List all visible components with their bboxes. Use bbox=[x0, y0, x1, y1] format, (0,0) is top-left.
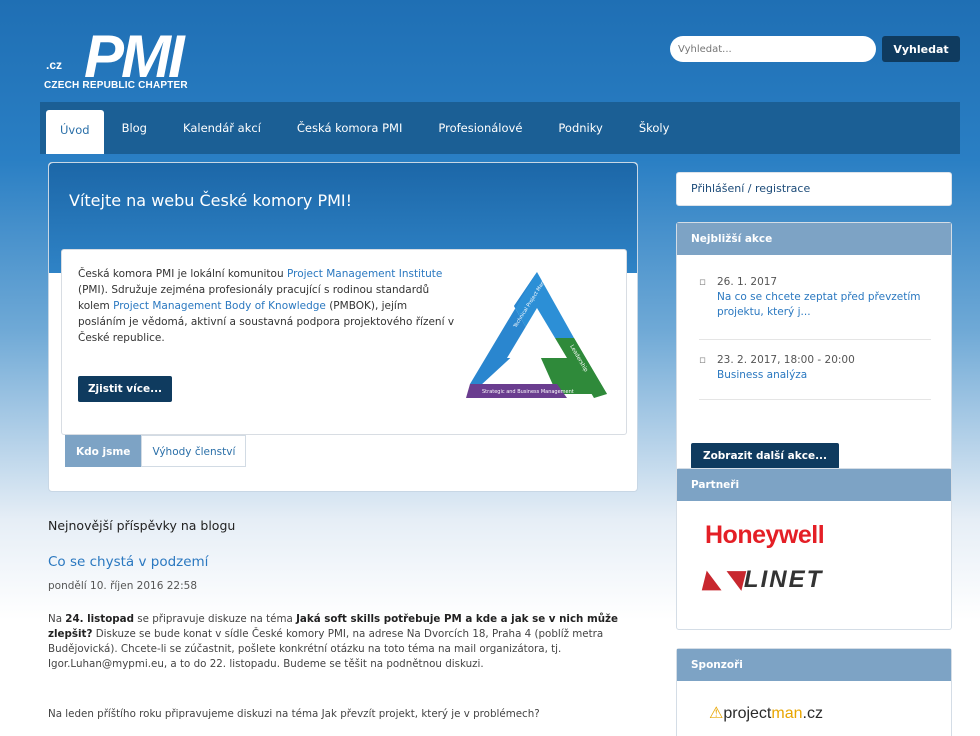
honeywell-logo[interactable]: Honeywell bbox=[705, 521, 825, 550]
warning-triangle-icon: ⚠ bbox=[709, 705, 724, 722]
event-date: 23. 2. 2017, 18:00 - 20:00 bbox=[717, 354, 855, 366]
post-body: Na 24. listopad se připravuje diskuze na… bbox=[48, 612, 638, 672]
post-paragraph-2: Na leden příštího roku připravujeme disk… bbox=[48, 708, 540, 720]
projectman-logo[interactable]: ⚠projectman.cz bbox=[709, 703, 823, 723]
pmi-link[interactable]: Project Management Institute bbox=[287, 268, 442, 280]
events-title: Nejbližší akce bbox=[677, 223, 951, 255]
partners-box: Partneři Honeywell ◣◥LINET bbox=[676, 468, 952, 630]
projectman-text: .cz bbox=[802, 705, 823, 722]
post-title-link[interactable]: Co se chystá v podzemí bbox=[48, 554, 208, 570]
event-link[interactable]: Na co se chcete zeptat před převzetím pr… bbox=[699, 290, 929, 320]
main-nav: Úvod Blog Kalendář akcí Česká komora PMI… bbox=[40, 102, 960, 154]
post-date: pondělí 10. říjen 2016 22:58 bbox=[48, 580, 197, 592]
blog-heading: Nejnovější příspěvky na blogu bbox=[48, 518, 236, 533]
projectman-text: man bbox=[771, 705, 803, 722]
nav-item-podniky[interactable]: Podniky bbox=[540, 102, 620, 154]
more-events-button[interactable]: Zobrazit další akce... bbox=[691, 443, 839, 469]
pmi-logo[interactable]: PMI .cz CZECH REPUBLIC CHAPTER bbox=[44, 23, 244, 98]
nav-item-skoly[interactable]: Školy bbox=[621, 102, 688, 154]
logo-chapter: CZECH REPUBLIC CHAPTER bbox=[44, 80, 188, 91]
bullet-icon: ▫ bbox=[699, 354, 707, 366]
partners-title: Partneři bbox=[677, 469, 951, 501]
pmbok-link[interactable]: Project Management Body of Knowledge bbox=[113, 300, 326, 312]
welcome-text-part: Česká komora PMI je lokální komunitou bbox=[78, 268, 287, 280]
nav-item-ceska-komora[interactable]: Česká komora PMI bbox=[279, 102, 420, 154]
search-input[interactable] bbox=[670, 36, 876, 62]
triangle-label-bottom: Strategic and Business Management bbox=[482, 389, 574, 395]
bullet-icon: ▫ bbox=[699, 276, 707, 288]
page: PMI .cz CZECH REPUBLIC CHAPTER Vyhledat … bbox=[40, 0, 960, 736]
divider bbox=[699, 399, 931, 400]
search-button[interactable]: Vyhledat bbox=[882, 36, 960, 62]
logo-country: .cz bbox=[46, 58, 63, 72]
sponsors-title: Sponzoři bbox=[677, 649, 951, 681]
linet-mark-icon: ◣◥ bbox=[703, 566, 744, 593]
post-text: Diskuze se bude konat v sídle České komo… bbox=[48, 628, 604, 670]
welcome-card: Česká komora PMI je lokální komunitou Pr… bbox=[61, 249, 627, 435]
search-bar: Vyhledat bbox=[670, 36, 960, 62]
linet-text: LINET bbox=[743, 566, 824, 593]
welcome-text: Česká komora PMI je lokální komunitou Pr… bbox=[78, 266, 458, 346]
event-link[interactable]: Business analýza bbox=[699, 368, 929, 383]
tab-vyhody-clenstvi[interactable]: Výhody členství bbox=[141, 435, 247, 467]
sponsors-box: Sponzoři ⚠projectman.cz bbox=[676, 648, 952, 736]
nav-item-blog[interactable]: Blog bbox=[104, 102, 165, 154]
post-text: Na bbox=[48, 613, 66, 625]
nav-item-uvod[interactable]: Úvod bbox=[46, 110, 104, 154]
divider bbox=[699, 339, 931, 340]
nav-item-profesionalove[interactable]: Profesionálové bbox=[420, 102, 540, 154]
event-date: 26. 1. 2017 bbox=[717, 276, 778, 288]
talent-triangle-icon: Technical Project Management Leadership … bbox=[466, 266, 607, 398]
linet-logo[interactable]: ◣◥LINET bbox=[703, 565, 823, 594]
event-item: ▫ 23. 2. 2017, 18:00 - 20:00 Business an… bbox=[699, 353, 929, 383]
tab-kdo-jsme[interactable]: Kdo jsme bbox=[65, 435, 142, 467]
projectman-text: project bbox=[723, 705, 772, 722]
nav-item-kalendar[interactable]: Kalendář akcí bbox=[165, 102, 279, 154]
welcome-panel: Vítejte na webu České komory PMI! Česká … bbox=[48, 162, 638, 492]
learn-more-button[interactable]: Zjistit více... bbox=[78, 376, 172, 402]
welcome-title: Vítejte na webu České komory PMI! bbox=[69, 191, 353, 210]
welcome-tabs: Kdo jsme Výhody členství bbox=[65, 435, 247, 467]
post-text-bold: 24. listopad bbox=[65, 613, 134, 625]
event-item: ▫ 26. 1. 2017 Na co se chcete zeptat pře… bbox=[699, 275, 929, 320]
login-register-link[interactable]: Přihlášení / registrace bbox=[676, 172, 952, 206]
post-text: se připravuje diskuze na téma bbox=[134, 613, 297, 625]
